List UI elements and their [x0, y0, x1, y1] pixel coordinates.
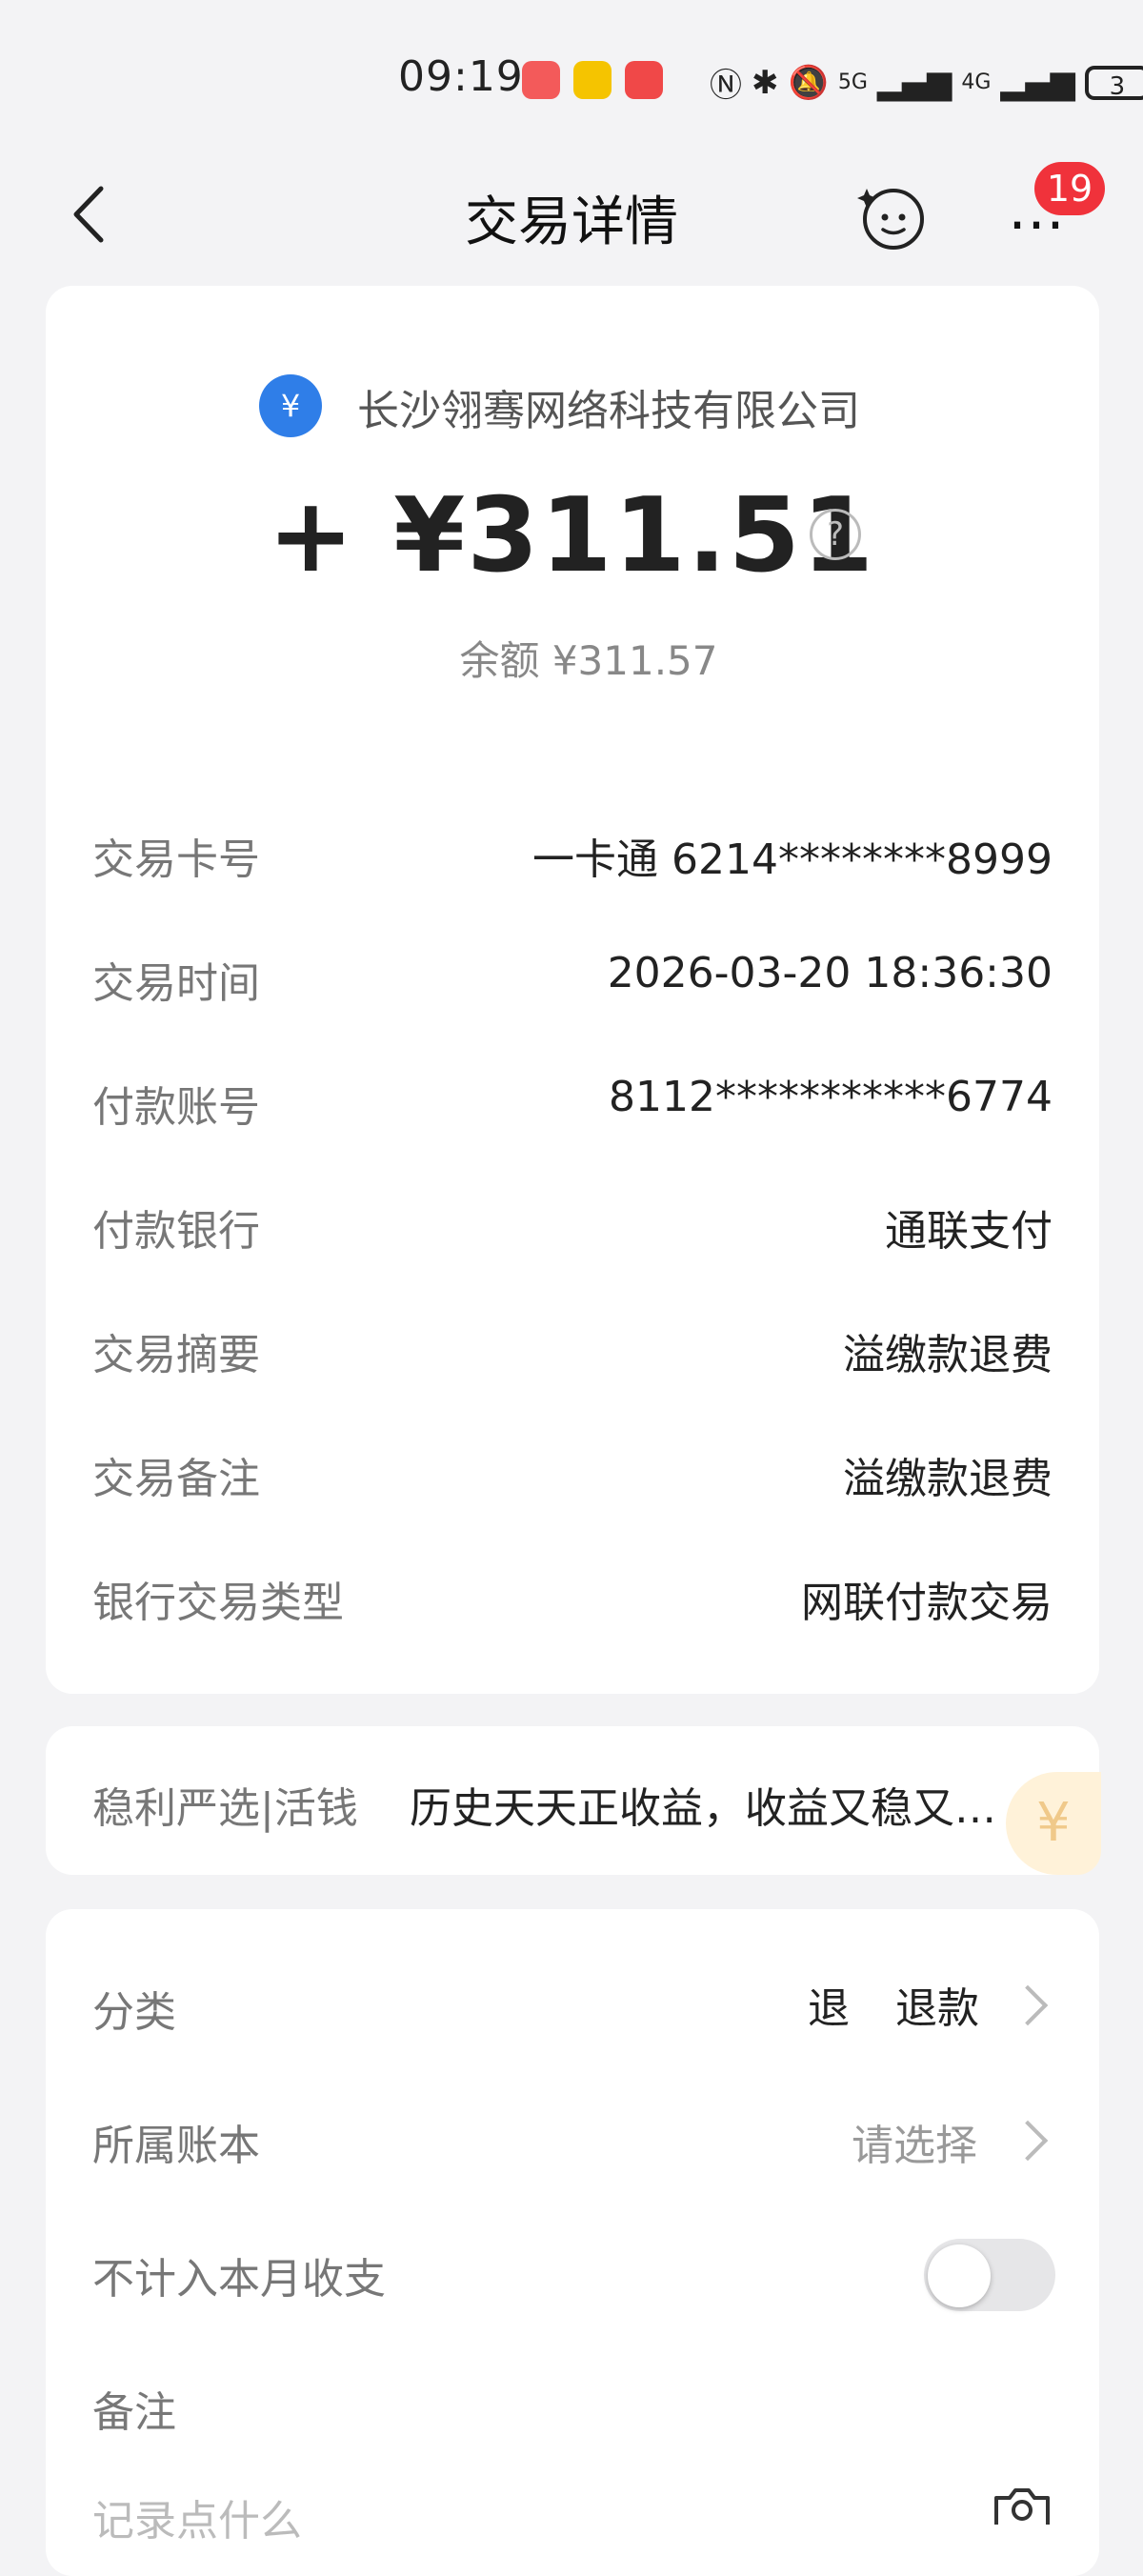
detail-label-card-number: 交易卡号 [92, 835, 260, 884]
account-balance: 余额 ¥311.57 [459, 637, 718, 684]
signal-bars-icon: ▂▄▆ [876, 63, 952, 102]
detail-value-summary: 溢缴款退费 [843, 1331, 1053, 1379]
detail-value-payer-account: 8112***********6774 [609, 1073, 1053, 1121]
bluetooth-icon: ✱ [752, 63, 779, 102]
signal-4g-icon: 4G [961, 70, 992, 94]
status-time: 09:19 [398, 52, 524, 101]
help-icon[interactable]: ? [810, 509, 861, 560]
detail-value-time: 2026-03-20 18:36:30 [607, 949, 1053, 997]
detail-value-bank-type: 网联付款交易 [801, 1579, 1053, 1627]
account-book-value[interactable]: 请选择 [852, 2111, 977, 2172]
account-book-label: 所属账本 [92, 2122, 260, 2170]
detail-value-card-number: 一卡通 6214********8999 [532, 835, 1053, 884]
detail-label-payer-account: 付款账号 [92, 1083, 260, 1132]
category-value[interactable]: 退款 [895, 1974, 979, 2035]
note-input[interactable]: 记录点什么 [92, 2486, 302, 2547]
merchant-name: 长沙翎骞网络科技有限公司 [357, 387, 860, 435]
battery-icon: 3 [1084, 65, 1143, 101]
signal-bars-icon-2: ▂▄▆ [1000, 63, 1075, 102]
detail-label-remark: 交易备注 [92, 1455, 260, 1503]
category-icon: 退 [808, 1984, 850, 2033]
detail-label-bank-type: 银行交易类型 [92, 1579, 344, 1627]
exclude-month-label: 不计入本月收支 [92, 2255, 386, 2304]
note-label: 备注 [92, 2388, 176, 2437]
merchant-logo-icon: ¥ [259, 374, 322, 437]
notification-badge: 19 [1034, 162, 1105, 215]
detail-label-time: 交易时间 [92, 959, 260, 1008]
transaction-amount: + ¥311.51 [268, 476, 875, 595]
detail-value-remark: 溢缴款退费 [843, 1455, 1053, 1503]
signal-5g-icon: 5G [837, 70, 868, 94]
mail-app-icon [625, 61, 663, 99]
page-title: 交易详情 [465, 191, 678, 253]
huawei-app-icon [522, 61, 560, 99]
detail-label-payer-bank: 付款银行 [92, 1207, 260, 1256]
detail-label-summary: 交易摘要 [92, 1331, 260, 1379]
camera-icon[interactable] [991, 2486, 1053, 2525]
detail-value-payer-bank: 通联支付 [885, 1207, 1053, 1256]
toggle-knob[interactable] [928, 2244, 991, 2307]
customer-service-icon[interactable] [857, 181, 930, 253]
promo-label: 稳利严选|活钱 [92, 1784, 358, 1833]
category-label: 分类 [92, 1988, 176, 2037]
status-icons: Ⓝ ✱ 🔕 5G ▂▄▆ 4G ▂▄▆ 3 ϟ [710, 59, 1143, 106]
shopping-app-icon [573, 61, 612, 99]
mute-icon: 🔕 [788, 63, 829, 102]
nfc-icon: Ⓝ [710, 67, 742, 105]
promo-text[interactable]: 历史天天正收益，收益又稳又… [410, 1774, 1029, 1835]
